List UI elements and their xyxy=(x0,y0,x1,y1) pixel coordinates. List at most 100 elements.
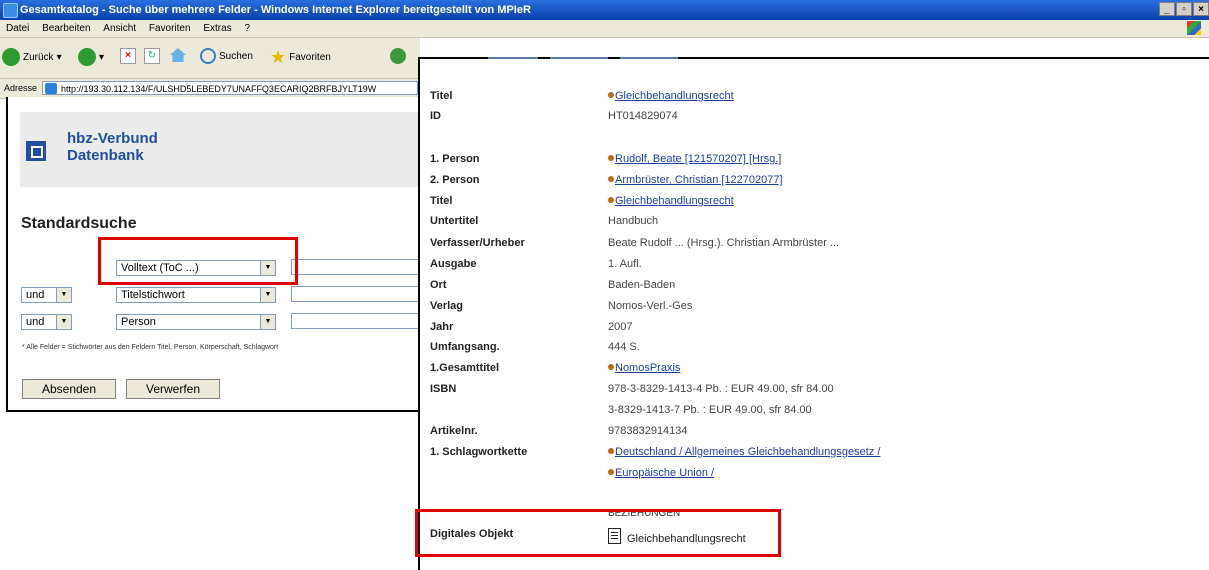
label-publisher: Verlag xyxy=(430,300,464,312)
tab-underline xyxy=(488,57,538,59)
label-person-2: 2. Person xyxy=(430,174,480,186)
menu-bearbeiten[interactable]: Bearbeiten xyxy=(42,20,90,37)
address-input[interactable]: http://193.30.112.134/F/ULSHD5LEBEDY7UNA… xyxy=(42,81,418,95)
tab-underline xyxy=(550,57,608,59)
label-article: Artikelnr. xyxy=(430,425,478,437)
value-extent: 444 S. xyxy=(608,341,640,353)
field-select-3[interactable]: Person ▼ xyxy=(116,314,276,330)
home-icon xyxy=(170,48,186,62)
menu-bar: Datei Bearbeiten Ansicht Favoriten Extra… xyxy=(0,20,1209,38)
search-input-3[interactable] xyxy=(291,313,420,329)
search-input-1[interactable] xyxy=(291,259,420,275)
value-place: Baden-Baden xyxy=(608,279,676,291)
menu-datei[interactable]: Datei xyxy=(6,20,29,37)
chevron-down-icon: ▼ xyxy=(56,315,71,329)
back-button[interactable]: Zurück ▾ xyxy=(2,48,62,66)
link-title-2[interactable]: Gleichbehandlungsrecht xyxy=(615,195,734,207)
chevron-down-icon: ▼ xyxy=(260,315,275,329)
address-label: Adresse xyxy=(4,83,38,93)
back-icon xyxy=(2,48,20,66)
bullet-icon xyxy=(608,197,614,203)
bullet-icon xyxy=(608,92,614,98)
value-year: 2007 xyxy=(608,321,633,333)
label-series: 1.Gesamttitel xyxy=(430,362,500,374)
windows-logo-icon xyxy=(1187,21,1201,35)
search-button[interactable]: Suchen xyxy=(200,48,253,64)
value-isbn-2: 3-8329-1413-7 Pb. : EUR 49.00, sfr 84.00 xyxy=(608,404,812,416)
label-extent: Umfangsang. xyxy=(430,341,500,353)
browser-toolbar: Zurück ▾ ▾ × ↻ Suchen ★ Favoriten xyxy=(0,38,420,78)
link-person-1[interactable]: Rudolf, Beate [121570207] [Hrsg.] xyxy=(615,153,781,165)
value-article: 9783832914134 xyxy=(608,425,688,437)
label-subject: 1. Schlagwortkette xyxy=(430,446,528,458)
forward-button[interactable]: ▾ xyxy=(78,48,104,66)
link-subject-2[interactable]: Europäische Union / xyxy=(615,467,714,479)
refresh-button[interactable]: ↻ xyxy=(144,48,160,64)
label-id: ID xyxy=(430,110,441,122)
reset-button[interactable]: Verwerfen xyxy=(126,379,220,399)
stop-icon: × xyxy=(120,48,136,64)
highlight-box-digital-object xyxy=(415,509,781,557)
window-titlebar: Gesamtkatalog - Suche über mehrere Felde… xyxy=(0,0,1209,20)
search-input-2[interactable] xyxy=(291,286,420,302)
ie-page-icon xyxy=(45,83,57,94)
label-title-2: Titel xyxy=(430,195,453,207)
menu-help[interactable]: ? xyxy=(244,20,250,37)
bullet-icon xyxy=(608,448,614,454)
label-subtitle: Untertitel xyxy=(430,215,479,227)
address-url: http://193.30.112.134/F/ULSHD5LEBEDY7UNA… xyxy=(61,84,377,94)
menu-extras[interactable]: Extras xyxy=(203,20,231,37)
link-person-2[interactable]: Armbrüster, Christian [122702077] xyxy=(615,174,783,186)
label-year: Jahr xyxy=(430,321,454,333)
chevron-down-icon: ▼ xyxy=(56,288,71,302)
chevron-down-icon: ▼ xyxy=(260,288,275,302)
close-button[interactable]: × xyxy=(1193,2,1209,16)
record-detail-panel xyxy=(418,57,1209,570)
menu-ansicht[interactable]: Ansicht xyxy=(103,20,136,37)
minimize-button[interactable]: _ xyxy=(1159,2,1175,16)
history-icon xyxy=(390,48,406,64)
field-select-2[interactable]: Titelstichwort ▼ xyxy=(116,287,276,303)
bullet-icon xyxy=(608,469,614,475)
brand-name: hbz-Verbund Datenbank xyxy=(67,130,158,164)
label-isbn: ISBN xyxy=(430,383,457,395)
operator-select-2[interactable]: und ▼ xyxy=(21,287,72,303)
label-person-1: 1. Person xyxy=(430,153,480,165)
menu-favoriten[interactable]: Favoriten xyxy=(149,20,191,37)
link-title[interactable]: Gleichbehandlungsrecht xyxy=(615,90,734,102)
value-author: Beate Rudolf ... (Hrsg.). Christian Armb… xyxy=(608,237,840,249)
forward-icon xyxy=(78,48,96,66)
app-icon xyxy=(3,3,18,18)
refresh-icon: ↻ xyxy=(144,48,160,64)
value-edition: 1. Aufl. xyxy=(608,258,642,270)
search-hint: * Alle Felder = Stichwörter aus den Feld… xyxy=(22,344,279,351)
highlight-box-volltext xyxy=(98,237,298,285)
maximize-button[interactable]: ▫ xyxy=(1176,2,1192,16)
label-author: Verfasser/Urheber xyxy=(430,237,525,249)
value-isbn-1: 978-3-8329-1413-4 Pb. : EUR 49.00, sfr 8… xyxy=(608,383,834,395)
link-subject-1[interactable]: Deutschland / Allgemeines Gleichbehandlu… xyxy=(615,446,880,458)
address-bar: Adresse http://193.30.112.134/F/ULSHD5LE… xyxy=(0,78,420,99)
favorites-button[interactable]: ★ Favoriten xyxy=(270,48,331,66)
favorites-star-icon: ★ xyxy=(270,47,287,67)
window-controls: _ ▫ × xyxy=(1159,2,1209,16)
value-subtitle: Handbuch xyxy=(608,215,659,227)
label-title: Titel xyxy=(430,90,453,102)
label-edition: Ausgabe xyxy=(430,258,477,270)
value-id: HT014829074 xyxy=(608,110,678,122)
hbz-logo-icon xyxy=(26,141,46,161)
value-publisher: Nomos-Verl.-Ges xyxy=(608,300,693,312)
brand-line1: hbz-Verbund xyxy=(67,130,158,147)
search-icon xyxy=(200,48,216,64)
bullet-icon xyxy=(608,364,614,370)
stop-button[interactable]: × xyxy=(120,48,136,64)
history-button[interactable] xyxy=(390,48,406,64)
tab-underline xyxy=(620,57,678,59)
bullet-icon xyxy=(608,176,614,182)
bullet-icon xyxy=(608,155,614,161)
operator-select-3[interactable]: und ▼ xyxy=(21,314,72,330)
label-place: Ort xyxy=(430,279,447,291)
home-button[interactable] xyxy=(170,48,186,62)
submit-button[interactable]: Absenden xyxy=(22,379,116,399)
link-series[interactable]: NomosPraxis xyxy=(615,362,680,374)
